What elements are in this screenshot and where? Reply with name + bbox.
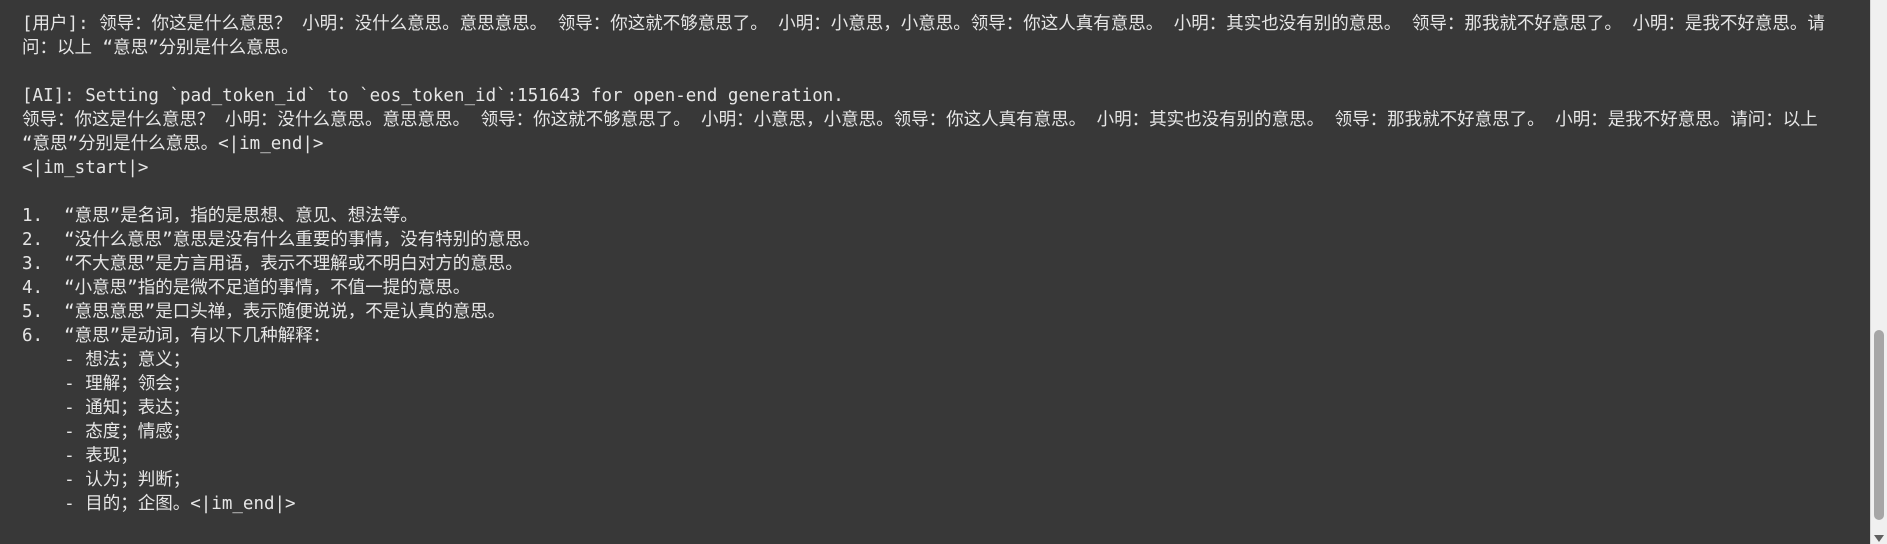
answer-line: 6. “意思”是动词，有以下几种解释： xyxy=(22,326,331,346)
answer-line: - 通知；表达； xyxy=(22,398,191,418)
answer-line: - 目的；企图。<|im_end|> xyxy=(22,494,296,514)
user-message: [用户]: 领导：你这是什么意思？ 小明：没什么意思。意思意思。 领导：你这就不… xyxy=(22,14,1825,58)
answer-line: 2. “没什么意思”意思是没有什么重要的事情，没有特别的意思。 xyxy=(22,230,541,250)
answer-line: 3. “不大意思”是方言用语，表示不理解或不明白对方的意思。 xyxy=(22,254,523,274)
ai-echo-line: 领导：你这是什么意思？ 小明：没什么意思。意思意思。 领导：你这就不够意思了。 … xyxy=(22,110,1829,154)
answer-line: - 理解；领会； xyxy=(22,374,191,394)
ai-log-line: [AI]: Setting `pad_token_id` to `eos_tok… xyxy=(22,86,844,106)
ai-token-line: <|im_start|> xyxy=(22,158,149,178)
terminal-output: [用户]: 领导：你这是什么意思？ 小明：没什么意思。意思意思。 领导：你这就不… xyxy=(0,0,1887,544)
answer-line: - 态度；情感； xyxy=(22,422,191,442)
answer-line: - 表现； xyxy=(22,446,138,466)
answer-line: 4. “小意思”指的是微不足道的事情，不值一提的意思。 xyxy=(22,278,471,298)
answer-line: - 认为；判断； xyxy=(22,470,191,490)
answer-line: 1. “意思”是名词，指的是思想、意见、想法等。 xyxy=(22,206,418,226)
vertical-scrollbar[interactable] xyxy=(1870,0,1887,544)
answer-line: - 想法；意义； xyxy=(22,350,191,370)
scrollbar-thumb[interactable] xyxy=(1874,330,1884,520)
answer-line: 5. “意思意思”是口头禅，表示随便说说，不是认真的意思。 xyxy=(22,302,506,322)
scroll-down-arrow-icon[interactable] xyxy=(1874,535,1884,542)
